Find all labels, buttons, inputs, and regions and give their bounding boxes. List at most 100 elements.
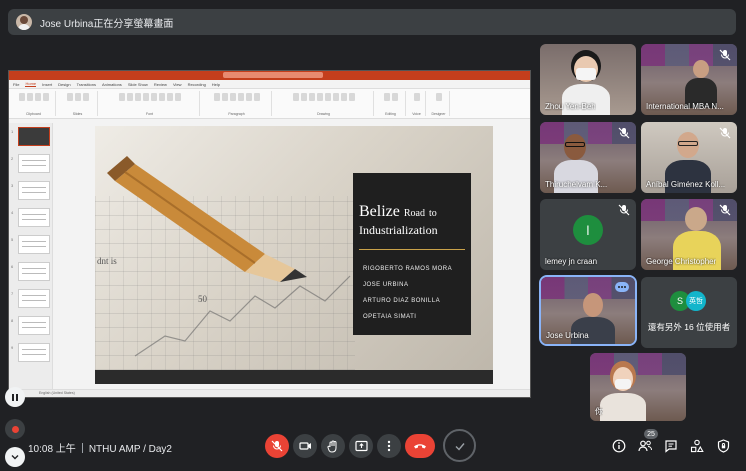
participant-tile[interactable]: l lemey jn craan xyxy=(540,199,636,270)
slide-author: JOSE URBINA xyxy=(363,282,409,288)
participant-name: 你 xyxy=(595,407,603,416)
ppt-tab: Review xyxy=(153,81,167,87)
ppt-tab: Help xyxy=(211,81,221,87)
pause-presentation-button[interactable] xyxy=(5,387,25,407)
ppt-tab: View xyxy=(172,81,182,87)
participant-tile-active-speaker[interactable]: Jose Urbina xyxy=(539,275,637,346)
ppt-ribbon-tabs: File Home Insert Design Transitions Anim… xyxy=(9,80,530,89)
ppt-search-box xyxy=(223,72,323,78)
participant-name: Thiruchelvam K... xyxy=(545,180,608,189)
activities-button[interactable] xyxy=(689,438,705,454)
recording-button[interactable] xyxy=(5,419,25,439)
meeting-details-button[interactable] xyxy=(611,438,627,454)
more-options-button[interactable] xyxy=(377,434,401,458)
host-controls-button[interactable] xyxy=(715,438,731,454)
mic-off-icon xyxy=(271,440,283,452)
people-button[interactable] xyxy=(637,438,653,454)
ppt-tab: File xyxy=(13,81,20,87)
slide-author-list: RIGOBERTO RAMOS MORA JOSE URBINA ARTURO … xyxy=(363,266,452,330)
more-options-icon[interactable] xyxy=(615,282,629,292)
slide-chart-number: dnt is xyxy=(97,256,117,266)
ppt-status-language: English (United States) xyxy=(39,391,75,395)
mic-off-icon xyxy=(618,204,630,216)
slide-footer-band xyxy=(95,370,493,384)
hand-icon xyxy=(327,440,337,453)
participant-tile[interactable]: Aníbal Giménez Koll... xyxy=(641,122,737,193)
meet-window: Jose Urbina正在分享螢幕畫面 TL:TT - Industrial M… xyxy=(0,0,746,471)
slide-thumbnail xyxy=(18,316,50,335)
people-icon xyxy=(637,440,652,452)
slide-title-line2: Industrialization xyxy=(359,223,438,237)
mic-off-icon xyxy=(618,127,630,139)
mic-off-icon xyxy=(719,127,731,139)
shield-lock-icon xyxy=(717,439,729,453)
present-icon xyxy=(354,440,368,452)
meeting-info: 10:08 上午 NTHU AMP / Day2 xyxy=(28,440,172,455)
companion-button[interactable] xyxy=(443,429,476,462)
slide-author: OPETAIA SIMATI xyxy=(363,314,417,320)
check-icon xyxy=(455,442,465,451)
slide-author: RIGOBERTO RAMOS MORA xyxy=(363,266,453,272)
ppt-status-bar: English (United States) xyxy=(9,389,530,397)
slide-title-box: Belize Road to Industrialization RIGOBER… xyxy=(353,173,471,335)
slide-thumbnail xyxy=(18,343,50,362)
participant-avatar: 英哲 xyxy=(686,291,706,311)
raise-hand-button[interactable] xyxy=(321,434,345,458)
ribbon-group: Clipboard xyxy=(12,91,56,116)
slide-thumbnail-pane: 1 2 3 4 5 6 7 8 9 xyxy=(9,123,53,391)
slide-thumbnail xyxy=(18,181,50,200)
slide-title-line1: Belize Road to xyxy=(359,203,437,220)
slide-thumbnail xyxy=(18,154,50,173)
leave-call-button[interactable] xyxy=(405,434,435,458)
ribbon-group: Designer xyxy=(428,91,450,116)
more-participants-count: 還有另外 16 位使用者 xyxy=(647,322,731,332)
self-view-tile[interactable]: 你 xyxy=(590,353,686,421)
current-slide: 50 dnt is Belize Road to Industrializati… xyxy=(95,126,493,384)
mic-off-icon xyxy=(719,204,731,216)
ribbon-group: Voice xyxy=(408,91,426,116)
ppt-title-bar: TL:TT - Industrial Management Program - … xyxy=(9,71,530,80)
ppt-tab-active: Home xyxy=(25,81,37,87)
slide-chart-number: 50 xyxy=(198,294,207,304)
slide-author: ARTURO DIAZ BONILLA xyxy=(363,298,441,304)
microphone-button[interactable] xyxy=(265,434,289,458)
camera-button[interactable] xyxy=(293,434,317,458)
participant-tile[interactable]: International MBA N... xyxy=(641,44,737,115)
slide-thumbnail xyxy=(18,208,50,227)
participant-name: Aníbal Giménez Koll... xyxy=(646,180,726,189)
participant-name: Jose Urbina xyxy=(546,331,589,340)
ppt-ribbon: Clipboard Slides Font Paragraph Drawing … xyxy=(9,89,530,119)
ppt-tab: Transitions xyxy=(76,81,97,87)
participant-name: International MBA N... xyxy=(646,102,724,111)
chevron-down-icon xyxy=(11,455,19,460)
participant-name: lemey jn craan xyxy=(545,257,598,266)
meeting-code: NTHU AMP / Day2 xyxy=(88,444,172,455)
participant-name: George Christopher xyxy=(646,257,717,266)
participant-tile[interactable]: Zhou Yen-Beh xyxy=(540,44,636,115)
participant-tile[interactable]: George Christopher xyxy=(641,199,737,270)
chat-button[interactable] xyxy=(663,438,679,454)
slide-thumbnail xyxy=(18,289,50,308)
ppt-tab: Slide Show xyxy=(127,81,148,87)
ppt-tab: Animations xyxy=(102,81,122,87)
slide-thumbnail xyxy=(18,127,50,146)
presenter-banner: Jose Urbina正在分享螢幕畫面 xyxy=(8,9,736,35)
participant-tile[interactable]: Thiruchelvam K... xyxy=(540,122,636,193)
activities-icon xyxy=(690,439,704,453)
slide-thumbnail xyxy=(18,235,50,254)
more-participants-tile[interactable]: S 英哲 還有另外 16 位使用者 xyxy=(641,277,737,348)
ribbon-group: Font xyxy=(100,91,200,116)
chat-icon xyxy=(665,440,677,453)
ribbon-group: Editing xyxy=(376,91,406,116)
more-vertical-icon xyxy=(387,440,391,452)
mic-off-icon xyxy=(719,49,731,61)
collapse-button[interactable] xyxy=(5,447,25,467)
present-screen-button[interactable] xyxy=(349,434,373,458)
video-camera-icon xyxy=(298,442,311,450)
ribbon-group: Paragraph xyxy=(202,91,272,116)
participant-avatar: l xyxy=(573,215,603,245)
participant-name: Zhou Yen-Beh xyxy=(545,102,596,111)
slide-title-rule xyxy=(359,249,465,250)
ppt-tab: Design xyxy=(58,81,71,87)
ribbon-group: Slides xyxy=(58,91,98,116)
